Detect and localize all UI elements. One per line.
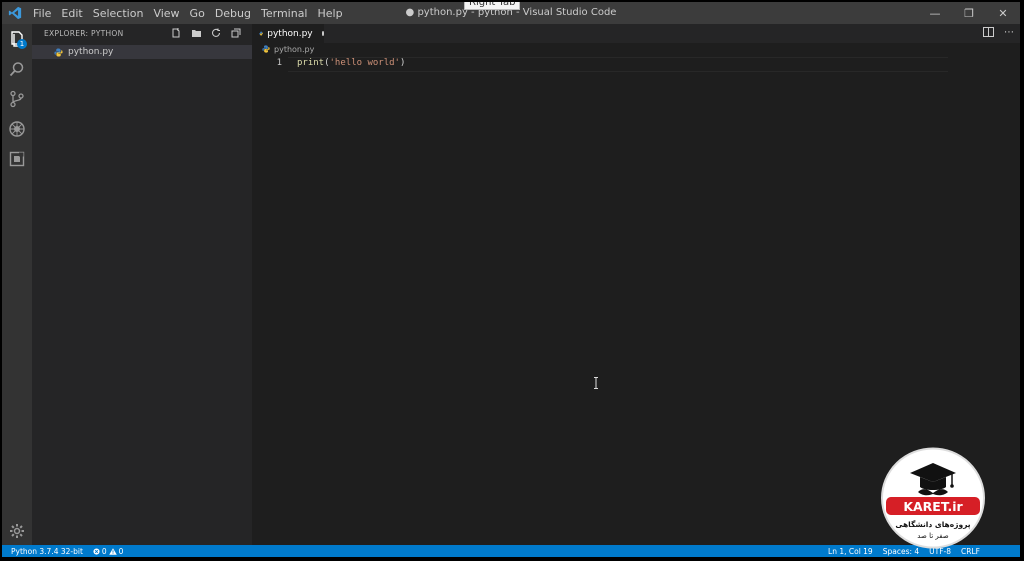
activity-bar: 1: [2, 24, 32, 545]
explorer-actions: [170, 27, 242, 39]
refresh-icon[interactable]: [210, 27, 222, 39]
karet-watermark-logo: KARET.ir پروژه‌های دانشگاهی صفر تا صد: [881, 447, 985, 549]
more-actions-icon[interactable]: ⋯: [1004, 27, 1014, 40]
new-file-icon[interactable]: [170, 27, 182, 39]
vscode-logo-icon: [8, 6, 22, 20]
explorer-sidebar: EXPLORER: PYTHON python.py: [32, 24, 252, 545]
restore-icon[interactable]: ❐: [952, 2, 986, 24]
menu-help[interactable]: Help: [313, 7, 348, 20]
menu-bar: File Edit Selection View Go Debug Termin…: [28, 2, 348, 24]
activity-settings[interactable]: [2, 516, 32, 546]
breadcrumb: python.py: [252, 43, 314, 55]
python-interpreter[interactable]: Python 3.7.4 32-bit: [11, 547, 83, 556]
tooltip: Right Tab: [464, 2, 521, 10]
error-icon: [93, 547, 100, 555]
watermark-tagline-2: صفر تا صد: [917, 532, 949, 540]
close-icon[interactable]: ✕: [986, 2, 1020, 24]
editor-actions: ⋯: [983, 27, 1014, 40]
watermark-tagline-1: پروژه‌های دانشگاهی: [895, 520, 970, 529]
breadcrumb-file[interactable]: python.py: [274, 45, 314, 54]
tab-label: python.py: [267, 28, 313, 39]
extensions-icon: [9, 151, 25, 167]
editor-tabs: python.py ⋯: [252, 24, 1020, 43]
split-editor-icon[interactable]: [983, 27, 994, 40]
text-cursor-icon: [594, 377, 598, 389]
code-paren-close: ): [399, 58, 406, 68]
explorer-badge: 1: [17, 39, 27, 49]
source-control-icon: [10, 90, 24, 108]
unsaved-dot-icon[interactable]: [321, 31, 324, 36]
error-count: 0: [101, 546, 107, 556]
menu-file[interactable]: File: [28, 7, 56, 20]
file-item-python-py[interactable]: python.py: [32, 45, 252, 59]
watermark-brand: KARET.ir: [903, 499, 963, 514]
code-line[interactable]: print('hello world'): [297, 58, 405, 68]
activity-extensions[interactable]: [2, 144, 32, 174]
code-function: print: [297, 58, 325, 68]
window-controls: — ❐ ✕: [918, 2, 1020, 24]
activity-debug[interactable]: [2, 114, 32, 144]
code-string: 'hello world': [329, 58, 400, 68]
menu-debug[interactable]: Debug: [210, 7, 256, 20]
activity-explorer[interactable]: 1: [2, 24, 32, 54]
menu-go[interactable]: Go: [185, 7, 210, 20]
python-file-icon: [54, 47, 63, 57]
python-file-icon: [262, 45, 270, 53]
explorer-header: EXPLORER: PYTHON: [44, 29, 124, 38]
search-icon: [9, 62, 24, 77]
menu-edit[interactable]: Edit: [56, 7, 87, 20]
python-file-icon: [259, 31, 264, 36]
status-bar: Python 3.7.4 32-bit 0 0 Ln 1, Col 19 Spa…: [2, 545, 1020, 557]
warning-icon: [108, 547, 117, 555]
status-left: Python 3.7.4 32-bit 0 0: [11, 545, 123, 557]
menu-view[interactable]: View: [148, 7, 184, 20]
debug-icon: [9, 121, 25, 137]
tab-python-py[interactable]: python.py: [252, 24, 324, 43]
file-name: python.py: [68, 47, 114, 57]
problems-summary[interactable]: 0 0: [93, 546, 124, 556]
line-number: 1: [276, 58, 282, 68]
new-folder-icon[interactable]: [190, 27, 202, 39]
gear-icon: [10, 524, 24, 538]
menu-terminal[interactable]: Terminal: [256, 7, 313, 20]
vscode-window: File Edit Selection View Go Debug Termin…: [2, 2, 1020, 557]
cursor-position[interactable]: Ln 1, Col 19: [828, 547, 873, 556]
warning-count: 0: [118, 546, 124, 556]
activity-source-control[interactable]: [2, 84, 32, 114]
collapse-all-icon[interactable]: [230, 27, 242, 39]
minimize-icon[interactable]: —: [918, 2, 952, 24]
activity-search[interactable]: [2, 54, 32, 84]
menu-selection[interactable]: Selection: [88, 7, 149, 20]
